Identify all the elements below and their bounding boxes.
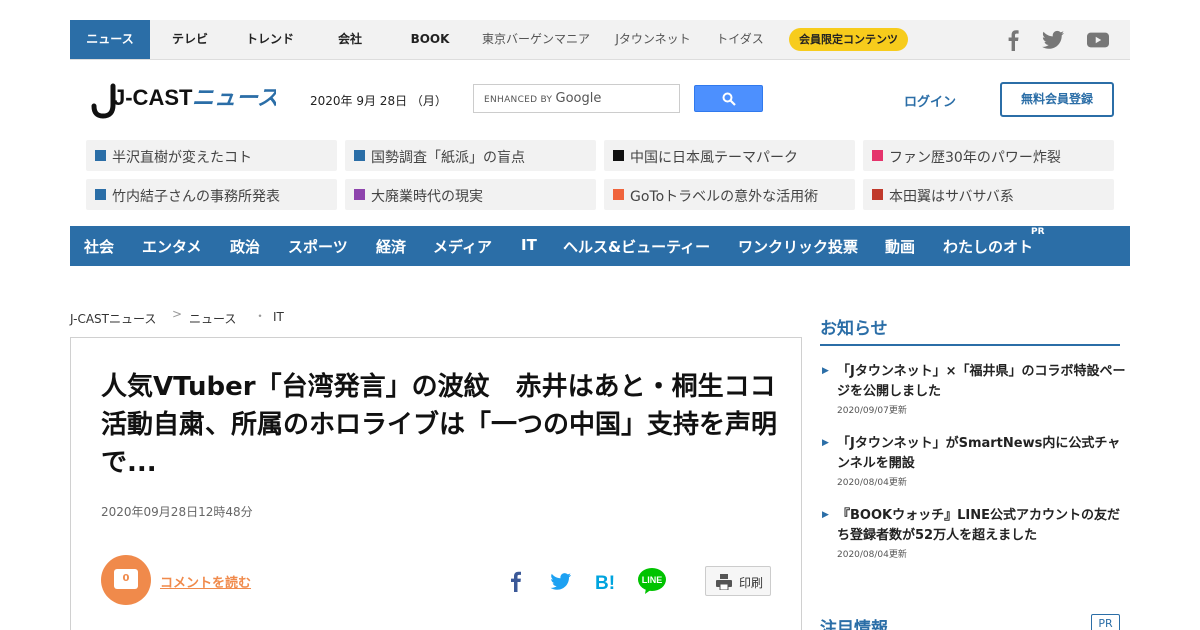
nav-item-news[interactable]: ニュース	[70, 20, 150, 59]
search-placeholder-enhanced: ENHANCED BY	[484, 95, 553, 105]
category-navigation: 社会 エンタメ 政治 スポーツ 経済 メディア IT ヘルス&ビューティー ワン…	[70, 226, 1130, 266]
category-media[interactable]: メディア	[433, 236, 492, 257]
nav-item-bargain-mania[interactable]: 東京バーゲンマニア	[478, 20, 594, 59]
topic-marker	[95, 189, 106, 200]
register-button[interactable]: 無料会員登録	[1000, 82, 1114, 117]
topic-label: 中国に日本風テーマパーク	[630, 150, 798, 166]
article-headline: 人気VTuber「台湾発言」の波紋 赤井はあと・桐生ココ活動自粛、所属のホロライ…	[101, 372, 778, 478]
topic-label: ファン歴30年のパワー炸裂	[889, 150, 1061, 166]
article-timestamp: 2020年09月28日12時48分	[101, 505, 253, 519]
search-placeholder-google: Google	[555, 91, 602, 106]
print-button[interactable]: 印刷	[705, 566, 771, 596]
topic-marker	[354, 150, 365, 161]
category-watashi-no-oto[interactable]: わたしのオト	[943, 236, 1033, 257]
top-navigation: ニュース テレビ トレンド 会社 BOOK 東京バーゲンマニア Jタウンネット …	[70, 20, 1130, 60]
topic-item[interactable]: 本田翼はサバサバ系	[863, 179, 1114, 210]
facebook-share-icon[interactable]	[503, 568, 529, 594]
topic-marker	[95, 150, 106, 161]
notice-title[interactable]: 「Jタウンネット」がSmartNews内に公式チャンネルを開設	[837, 434, 1127, 474]
topic-label: 本田翼はサバサバ系	[889, 189, 1014, 205]
topic-marker	[354, 189, 365, 200]
breadcrumb-home[interactable]: J-CASTニュース	[70, 310, 156, 327]
nav-item-trend[interactable]: トレンド	[235, 20, 305, 59]
topic-item[interactable]: 国勢調査「紙派」の盲点	[345, 140, 596, 171]
svg-text:B!: B!	[595, 573, 615, 594]
notice-item[interactable]: ▶ 『BOOKウォッチ』LINE公式アカウントの友だち登録者数が52万人を超えま…	[820, 506, 1120, 562]
topic-label: 竹内結子さんの事務所発表	[112, 189, 280, 205]
line-share-icon[interactable]: LINE	[637, 567, 667, 595]
breadcrumb-dot-icon: ・	[254, 309, 267, 323]
topic-item[interactable]: 中国に日本風テーマパーク	[604, 140, 855, 171]
notices-heading: お知らせ	[820, 319, 888, 339]
logo-text-news: ニュース	[192, 86, 276, 111]
notice-date: 2020/09/07更新	[837, 406, 907, 416]
youtube-icon[interactable]	[1087, 29, 1109, 51]
breadcrumb-chevron-icon: >	[172, 307, 183, 321]
nav-item-j-town-net[interactable]: Jタウンネット	[608, 20, 698, 59]
search-placeholder: ENHANCED BY Google	[484, 91, 601, 106]
breadcrumb-it[interactable]: IT	[273, 310, 284, 324]
nav-item-book[interactable]: BOOK	[395, 20, 465, 59]
category-politics[interactable]: 政治	[230, 236, 260, 257]
nav-item-tv[interactable]: テレビ	[155, 20, 225, 59]
print-label: 印刷	[739, 576, 764, 590]
notice-title[interactable]: 『BOOKウォッチ』LINE公式アカウントの友だち登録者数が52万人を超えました	[837, 506, 1127, 546]
notice-date: 2020/08/04更新	[837, 478, 907, 488]
logo-text-jcast: J-CAST	[113, 85, 193, 110]
notice-arrow-icon: ▶	[822, 510, 829, 520]
comment-count: 0	[114, 569, 138, 589]
printer-icon	[716, 574, 732, 590]
svg-text:LINE: LINE	[642, 575, 663, 585]
login-link[interactable]: ログイン	[904, 91, 956, 110]
topic-label: GoToトラベルの意外な活用術	[630, 189, 819, 205]
search-button[interactable]	[694, 85, 763, 112]
hatena-bookmark-icon[interactable]: B!	[592, 568, 618, 594]
category-it[interactable]: IT	[521, 236, 537, 254]
category-pr-tag: PR	[1031, 227, 1045, 237]
notice-item[interactable]: ▶ 「Jタウンネット」×「福井県」のコラボ特設ページを公開しました 2020/0…	[820, 362, 1125, 418]
nav-item-toidas[interactable]: トイダス	[712, 20, 768, 59]
topic-item[interactable]: 竹内結子さんの事務所発表	[86, 179, 337, 210]
topic-item[interactable]: 半沢直樹が変えたコト	[86, 140, 337, 171]
category-entertainment[interactable]: エンタメ	[142, 236, 202, 257]
notices-divider	[820, 344, 1120, 346]
facebook-icon[interactable]	[1006, 29, 1020, 51]
topic-marker	[872, 150, 883, 161]
category-health-beauty[interactable]: ヘルス&ビューティー	[563, 236, 710, 257]
notice-date: 2020/08/04更新	[837, 550, 907, 560]
search-icon	[722, 92, 736, 106]
category-sports[interactable]: スポーツ	[288, 236, 348, 257]
attention-heading: 注目情報	[820, 619, 888, 630]
topic-marker	[872, 189, 883, 200]
topic-label: 半沢直樹が変えたコト	[112, 150, 252, 166]
notice-title[interactable]: 「Jタウンネット」×「福井県」のコラボ特設ページを公開しました	[837, 362, 1127, 402]
search-input[interactable]: ENHANCED BY Google	[473, 84, 680, 113]
topic-marker	[613, 150, 624, 161]
topic-item[interactable]: ファン歴30年のパワー炸裂	[863, 140, 1114, 171]
category-one-click-vote[interactable]: ワンクリック投票	[738, 236, 858, 257]
nav-item-company[interactable]: 会社	[315, 20, 385, 59]
notice-item[interactable]: ▶ 「Jタウンネット」がSmartNews内に公式チャンネルを開設 2020/0…	[820, 434, 1120, 490]
category-economy[interactable]: 経済	[376, 236, 406, 257]
members-only-badge[interactable]: 会員限定コンテンツ	[789, 28, 908, 51]
topic-marker	[613, 189, 624, 200]
current-date: 2020年 9月 28日 （月）	[310, 94, 447, 108]
twitter-icon[interactable]	[1042, 29, 1064, 51]
breadcrumb-news[interactable]: ニュース	[189, 310, 236, 327]
notice-arrow-icon: ▶	[822, 438, 829, 448]
jcast-news-logo[interactable]: J-CAST ニュース	[86, 80, 276, 120]
category-video[interactable]: 動画	[885, 236, 915, 257]
comment-bubble-icon[interactable]: 0	[101, 555, 151, 605]
topic-label: 大廃業時代の現実	[371, 189, 483, 205]
category-society[interactable]: 社会	[84, 236, 114, 257]
read-comments-link[interactable]: コメントを読む	[160, 572, 251, 591]
twitter-share-icon[interactable]	[547, 568, 573, 594]
attention-pr-tag: PR	[1091, 614, 1120, 630]
topic-label: 国勢調査「紙派」の盲点	[371, 150, 525, 166]
notice-arrow-icon: ▶	[822, 366, 829, 376]
topic-item[interactable]: 大廃業時代の現実	[345, 179, 596, 210]
topic-item[interactable]: GoToトラベルの意外な活用術	[604, 179, 855, 210]
